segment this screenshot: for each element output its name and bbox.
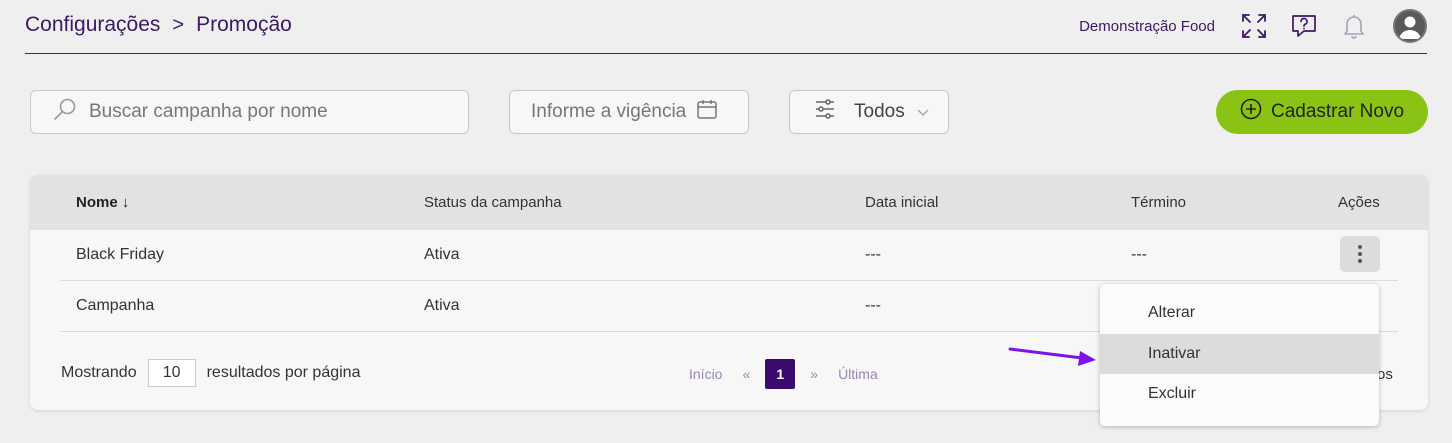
pagination-current-page[interactable]: 1 xyxy=(765,359,796,389)
breadcrumb-configuracoes[interactable]: Configurações xyxy=(25,13,160,37)
add-campaign-label: Cadastrar Novo xyxy=(1270,101,1405,122)
cell-data-inicial: --- xyxy=(865,297,881,314)
menu-item-excluir[interactable]: Excluir xyxy=(1100,374,1379,414)
pagination-next[interactable]: » xyxy=(810,366,818,382)
help-chat-icon[interactable] xyxy=(1290,12,1318,40)
column-termino: Término xyxy=(1131,194,1187,211)
top-header: Configurações > Promoção Demonstração Fo… xyxy=(25,0,1427,54)
menu-item-alterar[interactable]: Alterar xyxy=(1100,293,1379,333)
breadcrumb-promocao: Promoção xyxy=(196,13,292,36)
cell-nome: Black Friday xyxy=(76,246,165,263)
filter-sliders-icon xyxy=(814,98,836,126)
cell-status: Ativa xyxy=(424,297,460,314)
per-page-label: resultados por página xyxy=(206,364,361,381)
search-placeholder: Buscar campanha por nome xyxy=(89,101,328,122)
column-acoes: Ações xyxy=(1338,194,1380,211)
date-placeholder: Informe a vigência xyxy=(531,101,687,122)
user-avatar-icon[interactable] xyxy=(1393,9,1427,43)
table-header: Nome ↓ Status da campanha Data inicial T… xyxy=(30,175,1428,230)
table-row: Black Friday Ativa --- --- xyxy=(60,230,1398,281)
chevron-down-icon xyxy=(917,101,929,123)
column-status: Status da campanha xyxy=(424,194,562,211)
column-data-inicial: Data inicial xyxy=(865,194,939,211)
page-size-input[interactable]: 10 xyxy=(147,359,196,387)
page-size-control: Mostrando 10 resultados por página xyxy=(61,359,360,387)
calendar-icon xyxy=(696,98,718,126)
sort-down-icon: ↓ xyxy=(121,194,130,211)
breadcrumb-separator: > xyxy=(172,13,185,36)
results-count-fragment: os xyxy=(1377,366,1393,383)
header-actions: Demonstração Food xyxy=(1079,9,1427,43)
showing-label: Mostrando xyxy=(61,364,137,381)
cell-nome: Campanha xyxy=(76,297,155,314)
filter-value: Todos xyxy=(854,101,905,122)
column-nome[interactable]: Nome ↓ xyxy=(76,194,129,211)
cell-status: Ativa xyxy=(424,246,460,263)
cell-termino: --- xyxy=(1131,246,1147,263)
row-actions-kebab-icon[interactable] xyxy=(1340,236,1380,272)
date-range-input[interactable]: Informe a vigência xyxy=(509,90,749,134)
pagination-last[interactable]: Última xyxy=(838,366,878,382)
pagination: Início « 1 » Última xyxy=(679,359,888,389)
company-name[interactable]: Demonstração Food xyxy=(1079,18,1215,35)
bell-icon[interactable] xyxy=(1340,12,1368,40)
menu-item-inativar[interactable]: Inativar xyxy=(1100,334,1379,374)
search-input[interactable]: Buscar campanha por nome xyxy=(30,90,469,134)
fullscreen-icon[interactable] xyxy=(1240,12,1268,40)
status-filter-select[interactable]: Todos xyxy=(789,90,949,134)
row-actions-menu: Alterar Inativar Excluir xyxy=(1100,284,1379,426)
breadcrumb: Configurações > Promoção xyxy=(25,13,292,37)
add-campaign-button[interactable]: Cadastrar Novo xyxy=(1216,90,1428,134)
search-icon xyxy=(53,97,77,127)
pagination-first[interactable]: Início xyxy=(689,366,722,382)
pagination-prev[interactable]: « xyxy=(742,366,750,382)
annotation-arrow-icon xyxy=(1008,347,1096,366)
cell-data-inicial: --- xyxy=(865,246,881,263)
plus-circle-icon xyxy=(1240,98,1262,126)
